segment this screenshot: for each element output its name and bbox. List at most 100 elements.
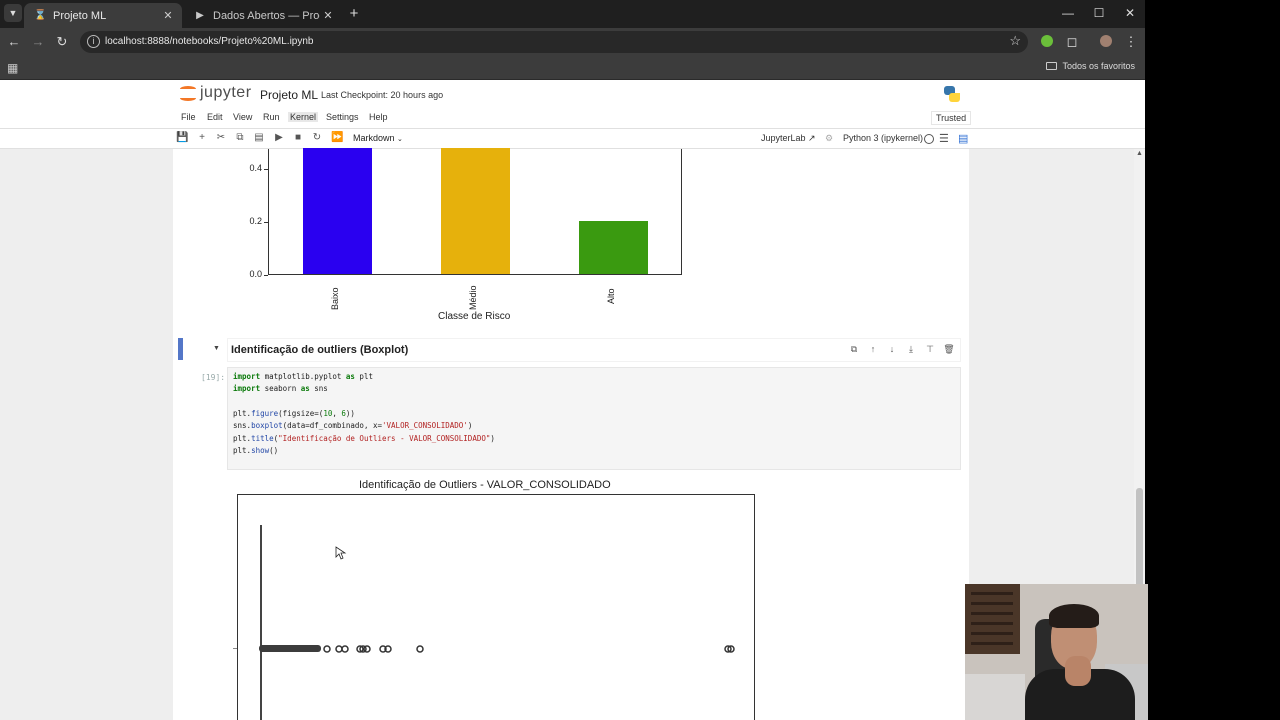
execution-count: [19]: [201, 373, 226, 382]
kernel-name[interactable]: Python 3 (ipykernel) [843, 133, 923, 143]
jupyter-logo[interactable]: jupyter [180, 84, 252, 102]
reload-button[interactable]: ↻ [54, 34, 70, 50]
scroll-up-arrow-icon[interactable]: ▲ [1136, 150, 1143, 157]
duplicate-cell-icon[interactable]: ⧉ [848, 344, 860, 355]
outlier-point [323, 645, 331, 653]
bar-ytick-mark [264, 169, 268, 171]
code-line: plt.figure(figsize=(10, 6)) [233, 408, 355, 418]
run-icon[interactable]: ▶ [273, 132, 285, 143]
bar-ytick-mark [264, 275, 268, 276]
bar-chart-xlabel: Classe de Risco [438, 311, 511, 322]
minimize-button[interactable]: — [1060, 6, 1076, 20]
insert-below-icon[interactable]: ⊤ [924, 344, 936, 355]
bar-xtick-label: Alto [606, 288, 616, 304]
extension-icon[interactable] [1041, 35, 1053, 47]
tab-dados-abertos[interactable]: ▶ Dados Abertos — Procuradoria ✕ [184, 3, 342, 28]
boxplot-title: Identificação de Outliers - VALOR_CONSOL… [359, 479, 611, 491]
close-icon[interactable]: ✕ [160, 9, 176, 22]
maximize-button[interactable]: ☐ [1091, 6, 1107, 20]
back-button[interactable]: ← [6, 34, 22, 49]
cell-type-value: Markdown [353, 133, 395, 143]
jupyter-logo-icon [180, 84, 196, 102]
webcam-overlay [965, 584, 1148, 720]
forward-button[interactable]: → [30, 34, 46, 49]
notebook-name[interactable]: Projeto ML [260, 88, 318, 102]
bar-xtick-label: Médio [468, 284, 478, 310]
tab-label: Dados Abertos — Procuradoria [213, 9, 320, 22]
all-bookmarks-button[interactable]: Todos os favoritos [1046, 61, 1135, 71]
bar-ytick-label: 0.2 [249, 216, 262, 227]
cell-type-select[interactable]: Markdown ⌄ [353, 133, 403, 143]
close-icon[interactable]: ✕ [320, 9, 336, 22]
bar-alto [579, 221, 648, 274]
code-editor[interactable]: import matplotlib.pyplot as plt import se… [227, 367, 961, 470]
profile-avatar[interactable] [1100, 35, 1112, 47]
checkpoint-status: Last Checkpoint: 20 hours ago [321, 90, 444, 100]
menu-file[interactable]: File [181, 112, 196, 122]
outlier-point [341, 645, 349, 653]
browser-toolbar: ← → ↻ i localhost:8888/notebooks/Projeto… [0, 28, 1145, 56]
trusted-indicator[interactable]: Trusted [931, 111, 972, 125]
python-logo-icon [944, 86, 960, 102]
bookmark-star-icon[interactable]: ☆ [1009, 33, 1021, 49]
outlier-point [416, 645, 424, 653]
restart-icon[interactable]: ↻ [311, 132, 323, 143]
bar-chart-axes [268, 148, 682, 275]
move-down-icon[interactable]: ↓ [886, 344, 898, 354]
menu-bar: File Edit View Run Kernel Settings Help … [0, 108, 1145, 128]
browser-menu-icon[interactable]: ⋮ [1123, 34, 1139, 50]
code-line: plt.title("Identificação de Outliers - V… [233, 433, 495, 443]
address-bar[interactable]: i localhost:8888/notebooks/Projeto%20ML.… [80, 31, 1028, 53]
bar-xtick-label: Baixo [330, 286, 340, 310]
outlier-point [363, 645, 371, 653]
toc-list-icon[interactable]: ☰ [939, 132, 949, 145]
chevron-down-icon: ⌄ [397, 136, 403, 143]
bar-ytick-label: 0.0 [249, 269, 262, 279]
collapse-caret-icon[interactable]: ▼ [213, 345, 220, 352]
close-window-button[interactable]: ✕ [1122, 6, 1138, 20]
extensions-puzzle-icon[interactable]: ◻ [1064, 34, 1080, 50]
new-tab-button[interactable]: + [346, 5, 362, 22]
menu-edit[interactable]: Edit [207, 112, 223, 122]
jupyter-hourglass-icon: ⌛ [34, 9, 47, 21]
tab-search-button[interactable]: ▼ [4, 4, 22, 22]
menu-settings[interactable]: Settings [326, 112, 359, 122]
markdown-cell[interactable]: ▼ ⧉ ↑ ↓ ⤓ ⊤ 🗑 Identificação de outliers … [178, 338, 962, 362]
cut-icon[interactable]: ✂ [215, 132, 227, 143]
delete-cell-icon[interactable]: 🗑 [943, 344, 955, 355]
markdown-heading: Identificação de outliers (Boxplot) [231, 344, 409, 356]
menu-run[interactable]: Run [263, 112, 280, 122]
menu-kernel[interactable]: Kernel [288, 112, 319, 122]
boxplot-svg [259, 525, 735, 720]
site-info-icon[interactable]: i [87, 35, 100, 48]
jupyter-wordmark: jupyter [200, 84, 252, 101]
tab-projeto-ml[interactable]: ⌛ Projeto ML ✕ [24, 3, 182, 28]
bar-ytick-mark [264, 222, 268, 224]
apps-grid-icon[interactable]: ▦ [7, 61, 18, 75]
move-up-icon[interactable]: ↑ [867, 344, 879, 354]
boxplot-axes [237, 494, 755, 720]
paste-icon[interactable]: ▤ [253, 132, 265, 143]
screen-background [1145, 0, 1280, 720]
gov-icon: ▶ [196, 9, 204, 21]
copy-icon[interactable]: ⧉ [234, 132, 246, 143]
jupyterlab-link[interactable]: JupyterLab ↗ [761, 133, 816, 144]
stop-icon[interactable]: ■ [292, 132, 304, 143]
jupyterlab-label: JupyterLab [761, 133, 806, 143]
insert-cell-icon[interactable]: + [196, 132, 208, 143]
jupyter-header: jupyter Projeto ML Last Checkpoint: 20 h… [0, 80, 1145, 108]
kernel-status-icon [924, 134, 934, 144]
menu-help[interactable]: Help [369, 112, 388, 122]
tab-strip: ▼ ⌛ Projeto ML ✕ ▶ Dados Abertos — Procu… [0, 0, 1145, 28]
url-text[interactable]: localhost:8888/notebooks/Projeto%20ML.ip… [105, 36, 313, 47]
property-inspector-icon[interactable]: ▤ [958, 132, 968, 145]
outlier-point [335, 645, 343, 653]
save-icon[interactable]: 💾 [176, 132, 188, 143]
cell-selection-indicator [178, 338, 183, 360]
bookmarks-bar: ▦ Todos os favoritos [0, 56, 1145, 80]
restart-run-all-icon[interactable]: ⏩ [331, 132, 343, 143]
code-line: plt.show() [233, 445, 279, 455]
settings-gear-icon[interactable]: ⚙ [825, 133, 833, 144]
menu-view[interactable]: View [233, 112, 252, 122]
insert-above-icon[interactable]: ⤓ [905, 344, 917, 355]
